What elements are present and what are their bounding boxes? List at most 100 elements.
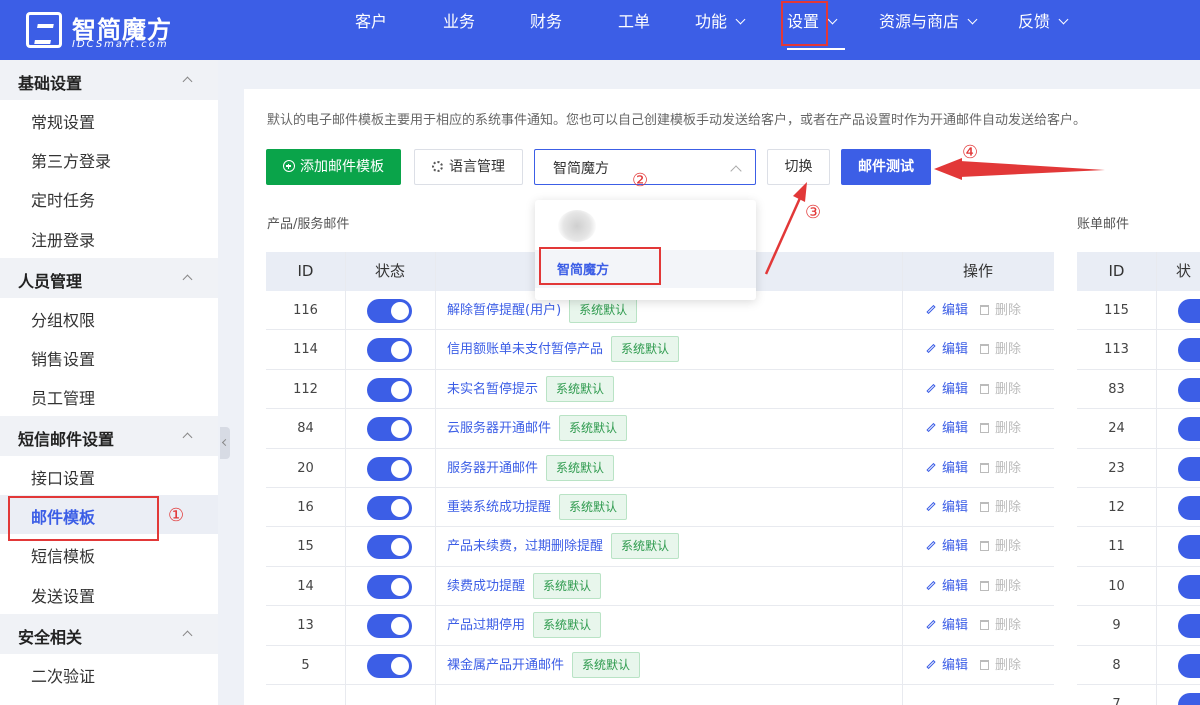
delete-button[interactable]: 删除	[980, 539, 1021, 554]
delete-button[interactable]: 删除	[980, 303, 1021, 318]
template-name-link[interactable]: 产品过期停用	[447, 618, 525, 633]
edit-label: 编辑	[942, 578, 969, 594]
status-toggle[interactable]	[1178, 653, 1200, 678]
brand-logo[interactable]: 智简魔方 IDCSmart.com	[26, 10, 196, 50]
sidebar-item-label: 分组权限	[31, 311, 96, 330]
status-toggle[interactable]	[1178, 535, 1200, 560]
edit-button[interactable]: 编辑	[926, 342, 968, 357]
gear-icon	[432, 161, 443, 172]
status-toggle[interactable]	[367, 299, 412, 323]
template-name-link[interactable]: 未实名暂停提示	[447, 382, 538, 397]
sidebar-collapse-handle[interactable]	[220, 427, 230, 459]
row-actions: 编辑 删除	[926, 409, 1021, 448]
edit-button[interactable]: 编辑	[926, 579, 968, 594]
nav-tickets[interactable]: 工单	[618, 0, 650, 44]
sidebar-item-sales[interactable]: 销售设置	[0, 337, 218, 376]
delete-label: 删除	[995, 303, 1022, 318]
edit-button[interactable]: 编辑	[926, 658, 968, 673]
language-manage-button[interactable]: 语言管理	[414, 149, 523, 185]
sidebar-item-send-settings[interactable]: 发送设置	[0, 574, 218, 613]
add-template-button[interactable]: 添加邮件模板	[266, 149, 401, 185]
edit-button[interactable]: 编辑	[926, 382, 968, 397]
status-toggle[interactable]	[367, 574, 412, 599]
edit-label: 编辑	[942, 342, 969, 358]
sidebar-item-label: 短信模板	[31, 547, 96, 566]
sidebar-group-sms-email[interactable]: 短信邮件设置	[0, 416, 218, 456]
edit-button[interactable]: 编辑	[926, 500, 968, 515]
sidebar-item-general[interactable]: 常规设置	[0, 100, 218, 139]
status-toggle[interactable]	[367, 456, 412, 481]
status-toggle[interactable]	[367, 535, 412, 560]
template-name-link[interactable]: 重装系统成功提醒	[447, 500, 551, 515]
delete-button[interactable]: 删除	[980, 579, 1021, 594]
status-toggle[interactable]	[1178, 614, 1200, 639]
status-toggle[interactable]	[1178, 338, 1200, 363]
blurred-option[interactable]	[558, 210, 596, 242]
status-toggle[interactable]	[367, 614, 412, 639]
edit-button[interactable]: 编辑	[926, 461, 968, 476]
edit-button[interactable]: 编辑	[926, 539, 968, 554]
trash-icon	[980, 620, 990, 631]
table-row: 11	[1077, 527, 1200, 567]
chevron-down-icon	[1058, 14, 1069, 25]
system-default-badge: 系统默认	[533, 612, 602, 639]
delete-button[interactable]: 删除	[980, 461, 1021, 476]
nav-finance[interactable]: 财务	[530, 0, 562, 44]
sidebar-group-staff[interactable]: 人员管理	[0, 258, 218, 298]
status-toggle[interactable]	[1178, 456, 1200, 481]
email-test-button[interactable]: 邮件测试	[841, 149, 931, 185]
nav-resources-store[interactable]: 资源与商店	[879, 0, 978, 44]
nav-business[interactable]: 业务	[443, 0, 475, 44]
row-id: 112	[293, 381, 318, 397]
table-row: 14 续费成功提醒 系统默认 编辑 删除	[266, 567, 1054, 607]
template-name-link[interactable]: 产品未续费，过期删除提醒	[447, 539, 603, 554]
template-name-link[interactable]: 云服务器开通邮件	[447, 421, 551, 436]
nav-label: 功能	[695, 12, 728, 31]
status-toggle[interactable]	[367, 496, 412, 520]
sidebar-item-interface[interactable]: 接口设置	[0, 456, 218, 495]
edit-button[interactable]: 编辑	[926, 303, 968, 318]
sidebar-group-basic[interactable]: 基础设置	[0, 60, 218, 100]
nav-features[interactable]: 功能	[695, 0, 746, 44]
template-name-link[interactable]: 裸金属产品开通邮件	[447, 658, 564, 673]
sidebar-group-security[interactable]: 安全相关	[0, 614, 218, 654]
status-toggle[interactable]	[1178, 417, 1200, 442]
nav-feedback[interactable]: 反馈	[1018, 0, 1069, 44]
delete-button[interactable]: 删除	[980, 342, 1021, 357]
sidebar-item-group-perms[interactable]: 分组权限	[0, 298, 218, 337]
edit-button[interactable]: 编辑	[926, 618, 968, 633]
switch-button[interactable]: 切换	[767, 149, 830, 185]
sidebar-item-employees[interactable]: 员工管理	[0, 376, 218, 415]
status-toggle[interactable]	[367, 417, 412, 442]
delete-button[interactable]: 删除	[980, 618, 1021, 633]
edit-icon	[926, 344, 936, 354]
template-name-link[interactable]: 解除暂停提醒(用户)	[447, 303, 561, 318]
sidebar-item-2fa[interactable]: 二次验证	[0, 654, 218, 693]
status-toggle[interactable]	[1178, 377, 1200, 402]
nav-label: 反馈	[1018, 12, 1051, 31]
table-header: ID 状	[1077, 252, 1200, 291]
delete-button[interactable]: 删除	[980, 382, 1021, 397]
status-toggle[interactable]	[1178, 574, 1200, 599]
sidebar-item-cron[interactable]: 定时任务	[0, 178, 218, 217]
status-toggle[interactable]	[1178, 693, 1200, 705]
status-toggle[interactable]	[367, 653, 412, 678]
template-name-link[interactable]: 信用额账单未支付暂停产品	[447, 342, 603, 357]
delete-button[interactable]: 删除	[980, 658, 1021, 673]
sidebar: 基础设置 常规设置 第三方登录 定时任务 注册登录 人员管理 分组权限 销售设置…	[0, 60, 218, 705]
row-actions: 编辑 删除	[926, 567, 1021, 606]
status-toggle[interactable]	[367, 377, 412, 402]
sidebar-item-register-login[interactable]: 注册登录	[0, 218, 218, 257]
template-name-link[interactable]: 服务器开通邮件	[447, 461, 538, 476]
delete-button[interactable]: 删除	[980, 500, 1021, 515]
delete-button[interactable]: 删除	[980, 421, 1021, 436]
sidebar-item-third-party-login[interactable]: 第三方登录	[0, 139, 218, 178]
status-toggle[interactable]	[1178, 496, 1200, 520]
main-card: 默认的电子邮件模板主要用于相应的系统事件通知。您也可以自己创建模板手动发送给客户…	[244, 89, 1200, 705]
template-name-link[interactable]: 续费成功提醒	[447, 579, 525, 594]
edit-button[interactable]: 编辑	[926, 421, 968, 436]
nav-label: 客户	[355, 12, 388, 31]
nav-customers[interactable]: 客户	[355, 0, 387, 44]
status-toggle[interactable]	[1178, 299, 1200, 323]
status-toggle[interactable]	[367, 338, 412, 363]
